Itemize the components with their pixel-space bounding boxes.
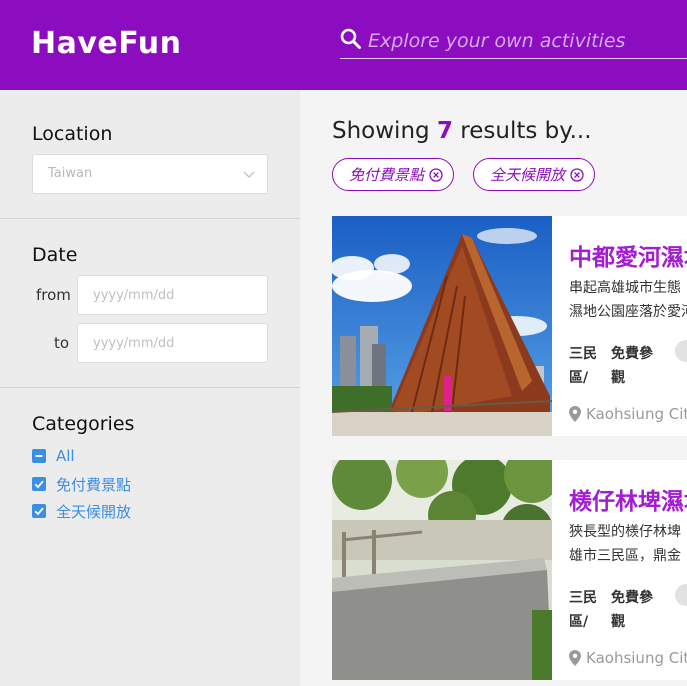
categories-heading: Categories xyxy=(32,413,135,435)
card-title[interactable]: 中都愛河濕地公園 xyxy=(569,238,687,272)
card-desc-line: 濕地公園座落於愛河 xyxy=(569,304,687,320)
close-circle-icon[interactable] xyxy=(429,167,443,182)
indeterminate-checkbox-icon[interactable] xyxy=(32,449,46,463)
location-selected-value: Taiwan xyxy=(48,166,93,181)
result-card[interactable]: 中都愛河濕地公園 串起高雄城市生態 濕地公園座落於愛河 三民區/ 免費參觀 Ka… xyxy=(332,216,687,436)
card-desc-line: 串起高雄城市生態 xyxy=(569,280,681,296)
card-location-text: Kaohsiung City xyxy=(586,405,687,423)
date-from-label: from xyxy=(36,286,71,304)
close-circle-icon[interactable] xyxy=(570,167,584,182)
card-description: 狹長型的檨仔林埤 雄市三民區，鼎金 xyxy=(569,520,687,568)
card-photo-wooden-pavilion[interactable] xyxy=(332,216,552,436)
filter-tag-free[interactable]: 免付費景點 xyxy=(332,158,455,191)
card-desc-line: 雄市三民區，鼎金 xyxy=(569,548,681,564)
search-icon[interactable] xyxy=(340,28,362,50)
top-header: HaveFun xyxy=(0,0,687,90)
card-fee: 免費參觀 xyxy=(611,590,653,630)
card-description: 串起高雄城市生態 濕地公園座落於愛河 xyxy=(569,276,687,324)
card-badge xyxy=(675,340,687,362)
divider xyxy=(0,218,300,219)
card-photo-stone-sign[interactable] xyxy=(332,460,552,680)
chevron-down-icon xyxy=(243,171,255,178)
card-district: 三民區/ xyxy=(569,590,597,630)
checked-checkbox-icon[interactable] xyxy=(32,477,46,491)
map-pin-icon xyxy=(569,406,581,422)
category-label: 全天候開放 xyxy=(56,502,132,521)
card-location: Kaohsiung City xyxy=(569,405,687,423)
checked-checkbox-icon[interactable] xyxy=(32,504,46,518)
card-location-text: Kaohsiung City xyxy=(586,649,687,667)
date-to-label: to xyxy=(54,334,70,352)
results-panel: Showing 7 results by... 免付費景點 全天候開放 中都愛河… xyxy=(300,90,687,686)
category-free[interactable]: 免付費景點 xyxy=(32,475,132,494)
location-select[interactable]: Taiwan xyxy=(32,154,268,194)
date-heading: Date xyxy=(32,244,78,266)
divider xyxy=(0,387,300,388)
map-pin-icon xyxy=(569,650,581,666)
filter-sidebar: Location Taiwan Date from to Categories … xyxy=(0,90,300,686)
app-logo[interactable]: HaveFun xyxy=(31,26,181,61)
card-badge xyxy=(675,584,687,606)
card-title[interactable]: 檨仔林埤濕地公園 xyxy=(569,482,687,516)
card-fee: 免費參觀 xyxy=(611,346,653,386)
card-desc-line: 狹長型的檨仔林埤 xyxy=(569,524,681,540)
results-heading: Showing 7 results by... xyxy=(332,118,592,144)
search-bar[interactable] xyxy=(340,26,687,59)
category-label: 免付費景點 xyxy=(56,475,132,494)
results-count: 7 xyxy=(436,118,453,144)
card-district: 三民區/ xyxy=(569,346,597,386)
category-all[interactable]: All xyxy=(32,447,75,465)
category-allday[interactable]: 全天候開放 xyxy=(32,502,132,521)
card-location: Kaohsiung City xyxy=(569,649,687,667)
tag-label: 全天候開放 xyxy=(490,166,566,184)
filter-tag-allday[interactable]: 全天候開放 xyxy=(473,158,596,191)
tag-label: 免付費景點 xyxy=(349,166,425,184)
date-from-input[interactable] xyxy=(77,275,268,315)
result-card[interactable]: 檨仔林埤濕地公園 狹長型的檨仔林埤 雄市三民區，鼎金 三民區/ 免費參觀 Kao… xyxy=(332,460,687,680)
location-heading: Location xyxy=(32,123,113,145)
date-to-input[interactable] xyxy=(77,323,268,363)
results-suffix: results by... xyxy=(460,118,592,144)
category-label: All xyxy=(56,447,75,465)
results-prefix: Showing xyxy=(332,118,430,144)
search-input[interactable] xyxy=(368,28,687,54)
